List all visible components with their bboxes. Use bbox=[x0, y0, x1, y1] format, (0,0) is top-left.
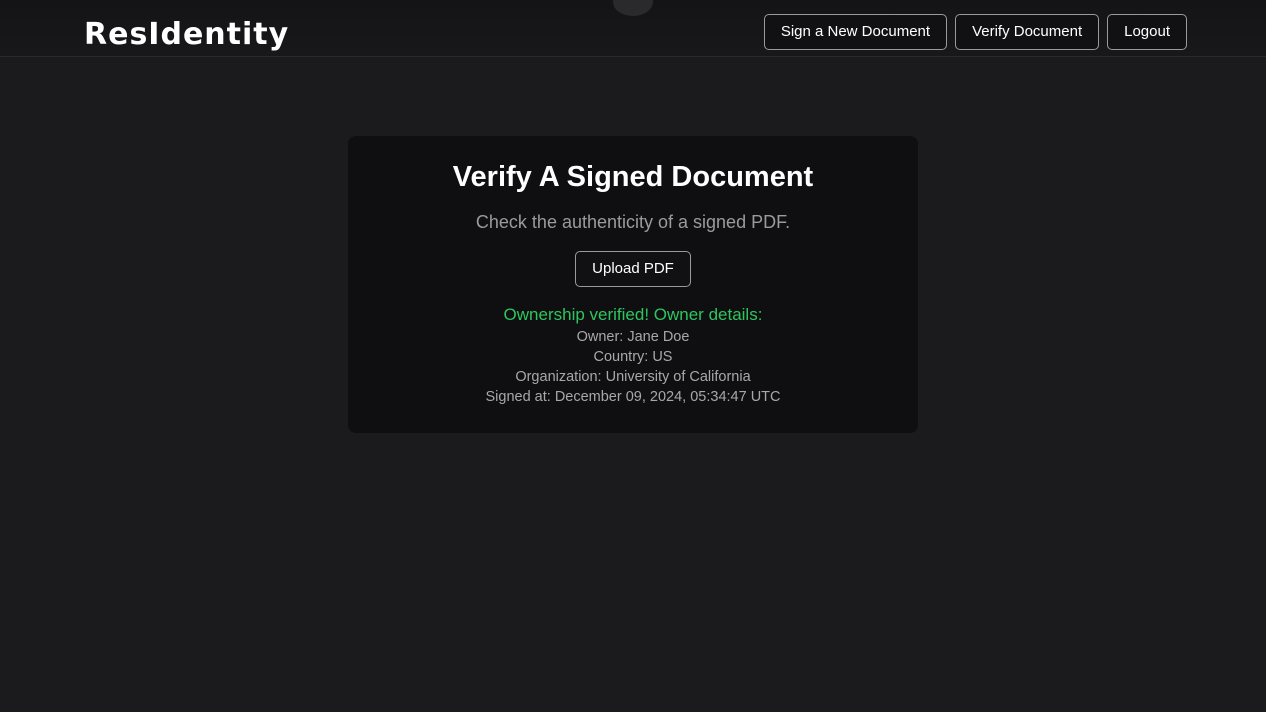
logout-button[interactable]: Logout bbox=[1107, 14, 1187, 50]
page-subtitle: Check the authenticity of a signed PDF. bbox=[475, 212, 791, 232]
owner-details: Owner: Jane Doe Country: US Organization… bbox=[348, 327, 918, 407]
nav-buttons: Sign a New Document Verify Document Logo… bbox=[763, 14, 1187, 50]
signed-at-timestamp: Signed at: December 09, 2024, 05:34:47 U… bbox=[485, 389, 781, 405]
top-navbar: ResIdentity Sign a New Document Verify D… bbox=[0, 0, 1266, 57]
verification-status: Ownership verified! Owner details: bbox=[503, 305, 763, 324]
top-notch bbox=[613, 0, 653, 16]
owner-country: Country: US bbox=[593, 349, 673, 365]
owner-name: Owner: Jane Doe bbox=[576, 329, 690, 345]
page-title: Verify A Signed Document bbox=[452, 161, 814, 193]
upload-pdf-button[interactable]: Upload PDF bbox=[575, 251, 691, 287]
brand-logo[interactable]: ResIdentity bbox=[84, 15, 289, 55]
verify-card: Verify A Signed Document Check the authe… bbox=[348, 136, 918, 433]
verify-document-button[interactable]: Verify Document bbox=[955, 14, 1100, 50]
owner-organization: Organization: University of California bbox=[515, 369, 751, 385]
sign-new-document-button[interactable]: Sign a New Document bbox=[763, 14, 948, 50]
